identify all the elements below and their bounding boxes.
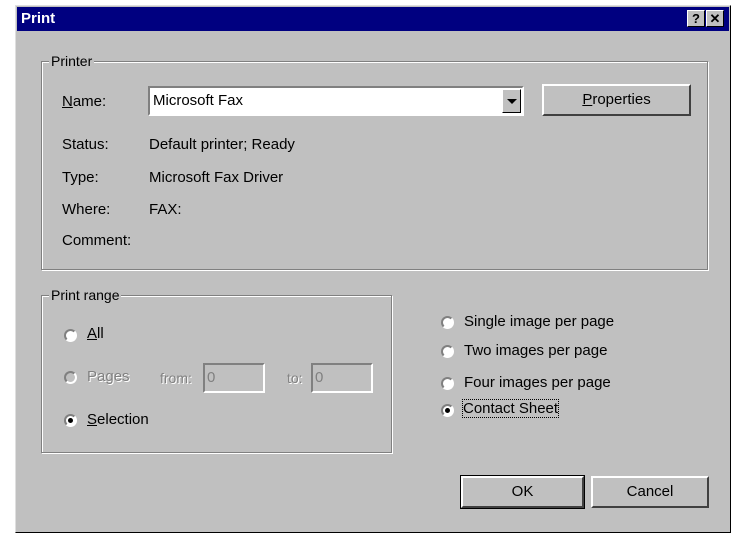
ok-button[interactable]: OK — [460, 475, 585, 509]
close-icon[interactable]: ✕ — [706, 10, 724, 27]
radio-selection[interactable] — [64, 414, 77, 427]
radio-contact-sheet-dot — [445, 408, 450, 413]
all-label[interactable]: All — [87, 325, 104, 342]
where-label: Where: — [62, 201, 111, 218]
printer-name-value: Microsoft Fax — [153, 92, 244, 109]
single-image-label[interactable]: Single image per page — [464, 313, 614, 330]
printer-name-select[interactable]: Microsoft Fax — [148, 86, 524, 116]
selection-label[interactable]: Selection — [87, 411, 149, 428]
radio-four-images[interactable] — [441, 377, 454, 390]
radio-all[interactable] — [64, 329, 77, 342]
name-label-rest: ame: — [72, 93, 107, 110]
window-title: Print — [21, 10, 56, 27]
from-label: from: — [160, 370, 192, 386]
radio-contact-sheet[interactable] — [441, 404, 454, 417]
two-images-label[interactable]: Two images per page — [464, 342, 607, 359]
status-label: Status: — [62, 136, 109, 153]
properties-button-rest: roperties — [592, 91, 651, 108]
to-label: to: — [287, 370, 303, 386]
where-value: FAX: — [149, 201, 182, 218]
radio-pages[interactable] — [64, 371, 77, 384]
title-bar[interactable]: Print ? ✕ — [17, 7, 729, 31]
name-label: Name: — [62, 93, 107, 110]
cancel-button[interactable]: Cancel — [591, 476, 709, 508]
status-value: Default printer; Ready — [149, 136, 295, 153]
print-range-legend: Print range — [49, 287, 122, 303]
radio-two-images[interactable] — [441, 345, 454, 358]
chevron-down-icon[interactable] — [502, 89, 521, 113]
comment-label: Comment: — [62, 232, 132, 249]
properties-button[interactable]: Properties — [542, 84, 691, 116]
type-value: Microsoft Fax Driver — [149, 169, 284, 186]
pages-label: Pages — [87, 368, 130, 385]
to-value: 0 — [315, 369, 324, 386]
four-images-label[interactable]: Four images per page — [464, 374, 611, 391]
help-icon[interactable]: ? — [687, 10, 705, 27]
type-label: Type: — [62, 169, 99, 186]
radio-single-image[interactable] — [441, 316, 454, 329]
from-value: 0 — [207, 369, 216, 386]
from-field[interactable]: 0 — [203, 363, 265, 393]
contact-sheet-label[interactable]: Contact Sheet — [461, 399, 560, 418]
to-field[interactable]: 0 — [311, 363, 373, 393]
radio-selection-dot — [68, 418, 73, 423]
printer-legend: Printer — [49, 53, 95, 69]
